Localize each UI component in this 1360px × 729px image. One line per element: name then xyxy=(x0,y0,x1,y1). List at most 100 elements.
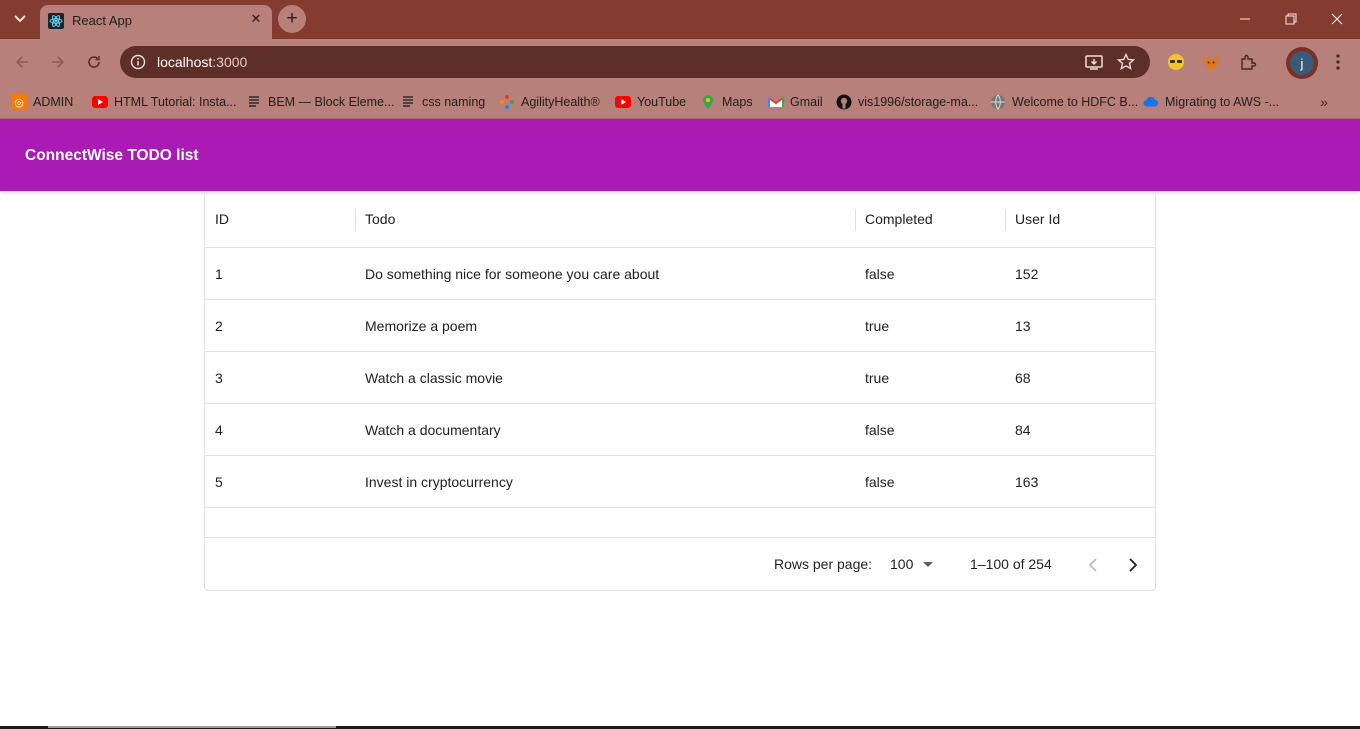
close-window-button[interactable] xyxy=(1314,0,1360,38)
document-icon xyxy=(246,94,262,110)
table-row[interactable]: 3 Watch a classic movie true 68 xyxy=(205,352,1155,404)
bookmark-youtube[interactable]: YouTube xyxy=(615,91,686,113)
cell-todo[interactable]: Watch a documentary xyxy=(355,404,855,455)
rows-per-page-value: 100 xyxy=(890,556,914,572)
cell-user-id[interactable]: 84 xyxy=(1005,404,1155,455)
bookmark-label: Gmail xyxy=(790,95,823,109)
bookmark-label: css naming xyxy=(422,95,486,109)
tab-close-icon[interactable]: ✕ xyxy=(248,11,264,27)
cell-id[interactable]: 1 xyxy=(205,248,355,299)
cloud-icon xyxy=(1143,94,1159,110)
previous-page-button[interactable] xyxy=(1079,551,1107,579)
gmail-icon xyxy=(768,94,784,110)
install-app-icon[interactable] xyxy=(1084,52,1104,72)
tab-title: React App xyxy=(72,13,132,28)
column-header-completed[interactable]: Completed xyxy=(855,191,1005,247)
reload-icon[interactable] xyxy=(80,48,108,76)
cell-completed[interactable]: true xyxy=(855,352,1005,403)
cell-id[interactable]: 5 xyxy=(205,456,355,507)
bookmark-github[interactable]: vis1996/storage-ma... xyxy=(836,91,978,113)
cell-id[interactable]: 2 xyxy=(205,300,355,351)
grid-header-row: ID Todo Completed User Id xyxy=(205,191,1155,248)
more-bookmarks-chevron-icon[interactable]: » xyxy=(1314,93,1334,111)
cell-todo[interactable]: Do something nice for someone you care a… xyxy=(355,248,855,299)
pagination-range: 1–100 of 254 xyxy=(970,556,1052,572)
cell-todo[interactable]: Watch a classic movie xyxy=(355,352,855,403)
app-title: ConnectWise TODO list xyxy=(25,147,199,164)
site-info-icon[interactable] xyxy=(128,52,148,72)
bookmark-label: vis1996/storage-ma... xyxy=(858,95,979,109)
globe-icon xyxy=(990,94,1006,110)
app-header: ConnectWise TODO list xyxy=(0,119,1360,191)
bookmark-admin[interactable]: ◎ ADMIN xyxy=(11,91,73,113)
bookmark-label: AgilityHealth® xyxy=(521,95,600,109)
table-row[interactable]: 2 Memorize a poem true 13 xyxy=(205,300,1155,352)
extension-sunglasses-icon[interactable] xyxy=(1165,51,1187,73)
cell-user-id[interactable]: 13 xyxy=(1005,300,1155,351)
cell-completed[interactable]: false xyxy=(855,456,1005,507)
cell-id[interactable]: 4 xyxy=(205,404,355,455)
browser-tab[interactable]: React App ✕ xyxy=(40,5,272,39)
next-page-button[interactable] xyxy=(1119,551,1147,579)
minimize-window-button[interactable] xyxy=(1222,0,1268,38)
agility-icon xyxy=(499,94,515,110)
back-arrow-icon[interactable] xyxy=(8,48,36,76)
table-row[interactable]: 5 Invest in cryptocurrency false 163 xyxy=(205,456,1155,508)
cell-user-id[interactable]: 68 xyxy=(1005,352,1155,403)
browser-tab-strip: React App ✕ + xyxy=(0,0,1360,39)
cell-todo[interactable]: Memorize a poem xyxy=(355,300,855,351)
bookmark-bem[interactable]: BEM — Block Eleme... xyxy=(246,91,394,113)
url-port: :3000 xyxy=(212,54,248,70)
youtube-icon xyxy=(615,94,631,110)
bookmark-html-tutorial[interactable]: HTML Tutorial: Insta... xyxy=(92,91,237,113)
forward-arrow-icon[interactable] xyxy=(44,48,72,76)
column-header-todo[interactable]: Todo xyxy=(355,191,855,247)
bookmark-star-icon[interactable] xyxy=(1116,52,1136,72)
bookmark-label: BEM — Block Eleme... xyxy=(268,95,395,109)
bookmark-hdfc[interactable]: Welcome to HDFC B... xyxy=(990,91,1138,113)
url-host: localhost xyxy=(157,54,213,70)
bookmark-label: YouTube xyxy=(637,95,687,109)
grid-pagination-footer: Rows per page: 100 1–100 of 254 xyxy=(205,537,1155,590)
cell-user-id[interactable]: 152 xyxy=(1005,248,1155,299)
cell-completed[interactable]: false xyxy=(855,404,1005,455)
restore-window-button[interactable] xyxy=(1268,0,1314,38)
bookmark-agilityhealth[interactable]: AgilityHealth® xyxy=(499,91,600,113)
cell-user-id[interactable]: 163 xyxy=(1005,456,1155,507)
rows-per-page-label: Rows per page: xyxy=(774,556,873,572)
column-header-user-id[interactable]: User Id xyxy=(1005,191,1155,247)
cell-completed[interactable]: true xyxy=(855,300,1005,351)
bookmark-label: Maps xyxy=(722,95,753,109)
bookmark-label: ADMIN xyxy=(33,95,74,109)
browser-menu-icon[interactable] xyxy=(1328,51,1348,73)
bookmark-label: Welcome to HDFC B... xyxy=(1012,95,1139,109)
metamask-fox-icon[interactable] xyxy=(1200,51,1222,73)
bookmark-label: Migrating to AWS -... xyxy=(1165,95,1280,109)
browser-toolbar: localhost:3000 j xyxy=(0,39,1360,85)
rows-per-page-select[interactable]: 100 xyxy=(890,552,934,576)
maps-icon xyxy=(700,94,716,110)
table-row[interactable]: 4 Watch a documentary false 84 xyxy=(205,404,1155,456)
bookmark-label: HTML Tutorial: Insta... xyxy=(114,95,237,109)
cell-completed[interactable]: false xyxy=(855,248,1005,299)
profile-avatar[interactable]: j xyxy=(1286,47,1318,79)
url-text: localhost:3000 xyxy=(157,54,247,70)
tab-search-icon[interactable] xyxy=(7,7,33,31)
bookmark-css-naming[interactable]: css naming xyxy=(400,91,485,113)
table-row[interactable]: 1 Do something nice for someone you care… xyxy=(205,248,1155,300)
bookmark-maps[interactable]: Maps xyxy=(700,91,753,113)
cell-todo[interactable]: Invest in cryptocurrency xyxy=(355,456,855,507)
github-icon xyxy=(836,94,852,110)
bookmark-aws[interactable]: Migrating to AWS -... xyxy=(1143,91,1279,113)
profile-initial: j xyxy=(1290,51,1314,75)
bookmarks-bar: ◎ ADMIN HTML Tutorial: Insta... BEM — Bl… xyxy=(0,85,1360,119)
column-header-id[interactable]: ID xyxy=(205,191,355,247)
address-bar[interactable]: localhost:3000 xyxy=(120,46,1150,78)
react-logo-icon xyxy=(48,13,64,29)
dropdown-caret-icon xyxy=(923,561,934,567)
new-tab-button[interactable]: + xyxy=(278,5,306,33)
bookmark-gmail[interactable]: Gmail xyxy=(768,91,823,113)
cell-id[interactable]: 3 xyxy=(205,352,355,403)
extensions-puzzle-icon[interactable] xyxy=(1237,51,1259,73)
youtube-icon xyxy=(92,94,108,110)
